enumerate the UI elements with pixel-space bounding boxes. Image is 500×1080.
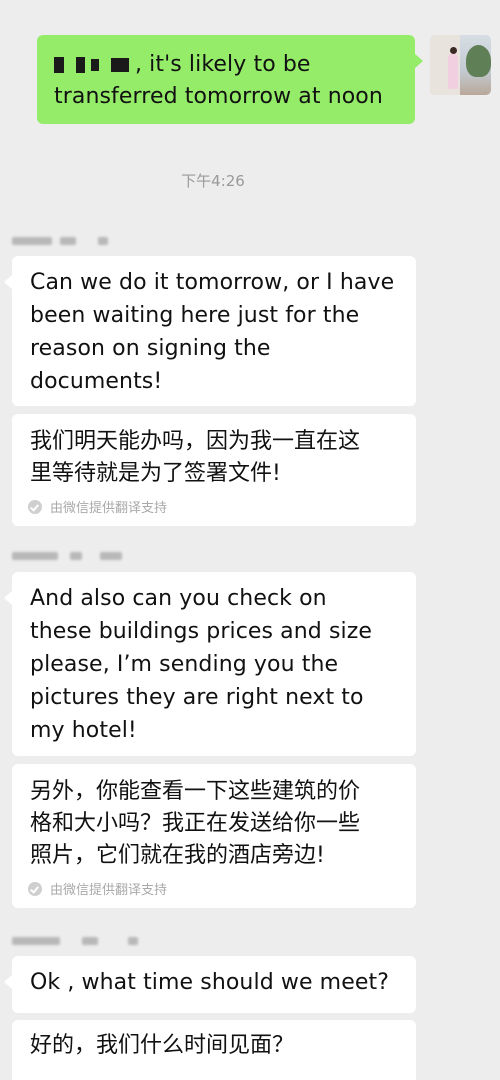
message-line: Can we do it tomorrow, or I have — [30, 270, 395, 295]
outgoing-line-1: , it's likely to be — [54, 49, 405, 81]
message-line: documents! — [30, 369, 163, 394]
translation-text: 好的，我们什么时间见面？ — [30, 1030, 398, 1062]
message-line: these buildings prices and size — [30, 619, 373, 644]
message-line: Ok , what time should we meet? — [30, 970, 389, 995]
message-line: pictures they are right next to — [30, 685, 364, 710]
incoming-message-3[interactable]: Ok , what time should we meet? — [4, 956, 416, 1013]
translation-credit: 由微信提供翻译支持 — [28, 497, 167, 516]
message-line: please, I’m sending you the — [30, 652, 339, 677]
message-line: been waiting here just for the — [30, 303, 360, 328]
avatar-head — [450, 47, 457, 54]
incoming-message-2[interactable]: And also can you check on these building… — [4, 572, 416, 756]
avatar-person — [448, 53, 458, 89]
translation-credit: 由微信提供翻译支持 — [28, 879, 167, 898]
outgoing-bubble[interactable]: , it's likely to be transferred tomorrow… — [37, 35, 423, 124]
avatar-tree — [466, 45, 491, 77]
chat-view: , it's likely to be transferred tomorrow… — [0, 0, 500, 1080]
translation-line: 照片，它们就在我的酒店旁边! — [30, 843, 325, 868]
outgoing-text-2: transferred tomorrow at noon — [54, 84, 383, 109]
check-icon — [28, 499, 42, 514]
translation-1[interactable]: 我们明天能办吗，因为我一直在这 里等待就是为了签署文件! 由微信提供翻译支持 — [12, 414, 416, 526]
translation-3[interactable]: 好的，我们什么时间见面？ — [12, 1020, 416, 1080]
message-line: And also can you check on — [30, 586, 327, 611]
translation-text: 另外，你能查看一下这些建筑的价 格和大小吗？我正在发送给你一些 照片，它们就在我… — [30, 776, 398, 872]
translation-line: 格和大小吗？我正在发送给你一些 — [30, 811, 361, 836]
incoming-message-1[interactable]: Can we do it tomorrow, or I have been wa… — [4, 256, 416, 406]
translation-credit-label: 由微信提供翻译支持 — [50, 883, 168, 898]
translation-credit-label: 由微信提供翻译支持 — [50, 501, 168, 516]
redacted-name — [111, 58, 129, 72]
redacted-name — [76, 57, 85, 73]
sender-name-blurred — [12, 933, 142, 947]
sender-name-blurred — [12, 233, 142, 247]
translation-2[interactable]: 另外，你能查看一下这些建筑的价 格和大小吗？我正在发送给你一些 照片，它们就在我… — [12, 764, 416, 908]
message-line: reason on signing the — [30, 336, 271, 361]
sender-name-blurred — [12, 548, 142, 562]
redacted-name — [91, 59, 99, 71]
message-line: my hotel! — [30, 718, 137, 743]
translation-line: 我们明天能办吗，因为我一直在这 — [30, 429, 361, 454]
timestamp: 下午4:26 — [181, 172, 245, 190]
check-icon — [28, 881, 42, 896]
translation-line: 另外，你能查看一下这些建筑的价 — [30, 779, 361, 804]
translation-line: 里等待就是为了签署文件! — [30, 461, 281, 486]
translation-text: 我们明天能办吗，因为我一直在这 里等待就是为了签署文件! — [30, 426, 398, 490]
outgoing-text-1: , it's likely to be — [135, 52, 311, 77]
outgoing-message[interactable]: , it's likely to be transferred tomorrow… — [37, 35, 423, 124]
user-avatar[interactable] — [430, 35, 491, 95]
redacted-name — [54, 57, 64, 73]
translation-line: 好的，我们什么时间见面？ — [30, 1033, 295, 1058]
